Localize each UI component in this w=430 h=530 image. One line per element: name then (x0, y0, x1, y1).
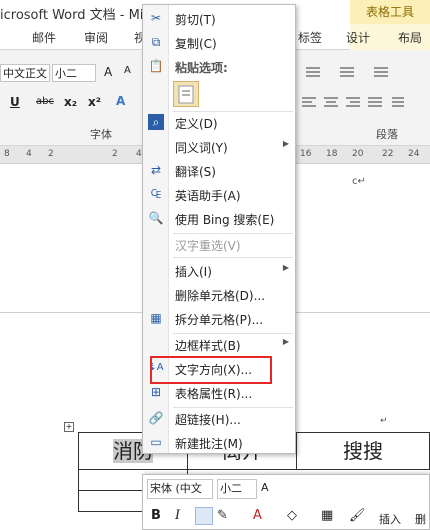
table-tools-tabs: 设计 布局 (346, 24, 430, 50)
mini-bold-button[interactable]: B (151, 508, 161, 523)
menu-item-hanzi-reselect: 汉字重选(V) (143, 233, 295, 255)
table-move-handle[interactable]: + (64, 422, 74, 432)
shrink-font-button[interactable]: A (124, 65, 131, 76)
mini-toolbar: 宋体 (中文 小二 A B I ✎ A ◇ ▦ 🖌 插入 删 (142, 474, 430, 530)
font-group-label: 字体 (90, 128, 112, 141)
tab-mailings[interactable]: 邮件 (32, 29, 56, 46)
font-size-box[interactable]: 小二 (52, 64, 96, 82)
submenu-arrow-icon: ▶ (282, 139, 289, 148)
menu-item-delete-cells[interactable]: 删除单元格(D)... (143, 283, 295, 305)
mini-highlight-button[interactable]: ✎ (217, 508, 228, 523)
new-comment-icon: ▭ (150, 435, 162, 449)
superscript-button[interactable]: x² (88, 95, 101, 109)
mini-center-button[interactable] (195, 507, 213, 525)
menu-item-bing-search[interactable]: 🔍 使用 Bing 搜索(E) (143, 207, 295, 229)
ruler-number: 24 (408, 149, 420, 159)
submenu-arrow-icon: ▶ (282, 337, 289, 346)
ruler-number: 16 (300, 149, 312, 159)
tab-review[interactable]: 审阅 (84, 29, 108, 46)
mini-delete-button[interactable]: 删 (415, 511, 426, 527)
hyperlink-icon: 🔗 (148, 411, 164, 425)
mini-size-box[interactable]: 小二 (217, 479, 257, 499)
search-icon: ⌕ (148, 114, 164, 130)
context-menu: ✂ 剪切(T) ⧉ 复制(C) 📋 粘贴选项: ⌕ 定义(D) 同义词(Y) ▶… (142, 4, 296, 454)
menu-item-new-comment[interactable]: ▭ 新建批注(M) (143, 431, 295, 453)
menu-item-label: 复制(C) (175, 37, 217, 51)
translate-icon: ⇄ (150, 163, 162, 177)
menu-item-define[interactable]: ⌕ 定义(D) (143, 111, 295, 133)
mini-borders-button[interactable]: ▦ (321, 508, 333, 523)
english-helper-icon: ₠ (150, 187, 162, 201)
table-properties-icon: ⊞ (150, 385, 162, 399)
font-name-box[interactable]: 中文正文 (0, 64, 50, 82)
menu-item-label: 边框样式(B) (175, 339, 241, 353)
menu-item-border-styles[interactable]: 边框样式(B) ▶ (143, 333, 295, 355)
paragraph-group-label: 段落 (376, 128, 398, 141)
ruler-number: 22 (382, 149, 394, 159)
scissors-icon: ✂ (150, 11, 162, 25)
submenu-arrow-icon: ▶ (282, 263, 289, 272)
mini-format-painter-button[interactable]: 🖌 (349, 508, 366, 523)
mini-font-box[interactable]: 宋体 (中文 (147, 479, 213, 499)
menu-item-label: 英语助手(A) (175, 189, 241, 203)
bing-search-icon: 🔍 (148, 211, 164, 225)
menu-item-label: 翻译(S) (175, 165, 216, 179)
paste-icon: 📋 (148, 59, 164, 73)
ruler-number: 8 (4, 149, 10, 159)
ruler-number: 4 (136, 149, 142, 159)
paragraph-mark: c↵ (352, 176, 366, 187)
menu-item-label: 汉字重选(V) (175, 239, 241, 253)
text-effects-button[interactable]: A (116, 94, 125, 108)
menu-item-split-cells[interactable]: ▦ 拆分单元格(P)... (143, 307, 295, 329)
menu-item-translate[interactable]: ⇄ 翻译(S) (143, 159, 295, 181)
menu-item-table-properties[interactable]: ⊞ 表格属性(R)... (143, 381, 295, 403)
ruler-number: 4 (26, 149, 32, 159)
menu-item-label: 超链接(H)... (175, 413, 241, 427)
menu-item-copy[interactable]: ⧉ 复制(C) (143, 31, 295, 53)
menu-item-label: 同义词(Y) (175, 141, 228, 155)
menu-item-english-helper[interactable]: ₠ 英语助手(A) (143, 183, 295, 205)
menu-item-label: 表格属性(R)... (175, 387, 253, 401)
ruler-number: 2 (48, 149, 54, 159)
menu-item-cut[interactable]: ✂ 剪切(T) (143, 7, 295, 29)
menu-item-insert[interactable]: 插入(I) ▶ (143, 259, 295, 281)
tab-layout[interactable]: 布局 (398, 29, 422, 46)
strikethrough-button[interactable]: abc (36, 96, 54, 107)
ruler-number: 2 (112, 149, 118, 159)
menu-separator (173, 257, 293, 258)
menu-item-label: 新建批注(M) (175, 437, 243, 451)
menu-item-label: 剪切(T) (175, 13, 216, 27)
split-cells-icon: ▦ (150, 311, 162, 325)
mini-insert-button[interactable]: 插入 (379, 511, 401, 527)
menu-item-label: 粘贴选项: (175, 61, 228, 75)
tab-design[interactable]: 设计 (346, 29, 370, 46)
underline-button[interactable]: U (10, 95, 20, 109)
menu-item-label: 使用 Bing 搜索(E) (175, 213, 275, 227)
ruler-number: 20 (352, 149, 364, 159)
mini-italic-button[interactable]: I (175, 508, 180, 523)
paste-keep-text-button[interactable] (173, 81, 199, 107)
subscript-button[interactable]: x₂ (64, 95, 77, 109)
menu-item-paste-options: 📋 粘贴选项: (143, 55, 295, 77)
table-cell[interactable]: 搜搜 (296, 432, 430, 470)
menu-item-label: 插入(I) (175, 265, 212, 279)
paragraph-mark: ↵ (380, 416, 388, 426)
ruler-number: 18 (326, 149, 338, 159)
copy-icon: ⧉ (151, 35, 161, 49)
table-tools-group: 表格工具 (350, 0, 430, 24)
paragraph-icons (302, 67, 404, 107)
window-title: icrosoft Word 文档 - Mic (0, 8, 151, 23)
highlight-box (150, 356, 272, 384)
menu-item-label: 删除单元格(D)... (175, 289, 266, 303)
grow-font-button[interactable]: A (104, 65, 112, 79)
paste-text-icon (178, 85, 194, 104)
menu-item-synonyms[interactable]: 同义词(Y) ▶ (143, 135, 295, 157)
menu-item-label: 拆分单元格(P)... (175, 313, 264, 327)
menu-item-hyperlink[interactable]: 🔗 超链接(H)... (143, 407, 295, 429)
mini-shading-button[interactable]: ◇ (287, 508, 297, 523)
menu-item-label: 定义(D) (175, 117, 218, 131)
tab-labels[interactable]: 标签 (298, 29, 322, 46)
mini-grow-font-button[interactable]: A (261, 481, 269, 494)
mini-font-color-button[interactable]: A (253, 508, 262, 523)
